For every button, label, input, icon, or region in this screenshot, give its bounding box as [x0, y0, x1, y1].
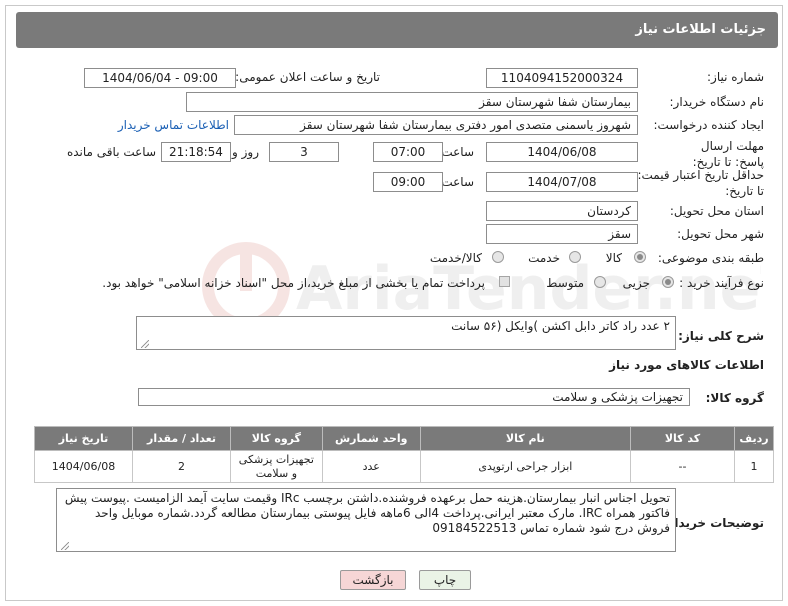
cell-need-date: 1404/06/08 — [34, 450, 133, 483]
goods-table-header-row: ردیف کد کالا نام کالا واحد شمارش گروه کا… — [34, 426, 774, 451]
process-type-label: نوع فرآیند خرید : — [679, 276, 764, 290]
category-goods-service-radio[interactable] — [492, 251, 504, 263]
reply-time-label: ساعت — [441, 145, 474, 159]
reply-deadline-time-field: 07:00 — [373, 142, 443, 162]
need-number-label: شماره نیاز: — [707, 70, 764, 84]
delivery-province-field: کردستان — [486, 201, 638, 221]
goods-group-label: گروه کالا: — [705, 391, 764, 405]
back-button[interactable]: بازگشت — [340, 570, 406, 590]
buyer-notes-label: توضیحات خریدار: — [662, 516, 764, 530]
cell-item-name: ابزار جراحی ارتوپدی — [419, 450, 631, 483]
process-medium-radio[interactable] — [594, 276, 606, 288]
table-row: 1 -- ابزار جراحی ارتوپدی عدد تجهیزات پزش… — [34, 450, 774, 483]
time-remaining-field: 21:18:54 — [161, 142, 231, 162]
col-header-goods-group: گروه کالا — [229, 426, 323, 451]
col-header-item-name: نام کالا — [419, 426, 631, 451]
goods-group-field: تجهیزات پزشکی و سلامت — [138, 388, 690, 406]
category-goods-label: کالا — [605, 251, 622, 265]
goods-section-title: اطلاعات کالاهای مورد نیاز — [609, 358, 764, 372]
page-title: جزئیات اطلاعات نیاز — [16, 12, 778, 48]
days-label: روز و — [232, 145, 259, 159]
cell-quantity: 2 — [132, 450, 231, 483]
cell-unit: عدد — [321, 450, 421, 483]
cell-goods-group: تجهیزات پزشکی و سلامت — [229, 450, 323, 483]
process-minor-label: جزیی — [622, 276, 650, 290]
reply-deadline-date-field: 1404/06/08 — [486, 142, 638, 162]
cell-item-code: -- — [629, 450, 736, 483]
general-description-field: ۲ عدد راد کاتر دابل اکشن )وایکل (۵۶ سانت — [136, 316, 676, 350]
general-description-text: ۲ عدد راد کاتر دابل اکشن )وایکل (۵۶ سانت — [451, 319, 670, 333]
col-header-need-date: تاریخ نیاز — [34, 426, 133, 451]
category-label: طبقه بندی موضوعی: — [657, 251, 764, 265]
category-goods-radio[interactable] — [634, 251, 646, 263]
col-header-row-number: ردیف — [734, 426, 774, 451]
price-validity-time-label: ساعت — [441, 175, 474, 189]
days-remaining-field: 3 — [269, 142, 339, 162]
col-header-quantity: تعداد / مقدار — [132, 426, 231, 451]
general-description-label: شرح کلی نیاز: — [678, 329, 764, 343]
delivery-city-field: سقز — [486, 224, 638, 244]
requester-label: ایجاد کننده درخواست: — [653, 118, 764, 132]
page-container: جزئیات اطلاعات نیاز AriaTender.neT شماره… — [5, 5, 783, 601]
delivery-province-label: استان محل تحویل: — [669, 204, 764, 218]
delivery-city-label: شهر محل تحویل: — [677, 227, 764, 241]
col-header-unit: واحد شمارش — [321, 426, 421, 451]
general-description-resize-handle[interactable] — [141, 340, 149, 348]
buyer-notes-resize-handle[interactable] — [61, 542, 69, 550]
reply-deadline-label: مهلت ارسال پاسخ: تا تاریخ: — [692, 139, 764, 169]
time-remaining-label: ساعت باقی مانده — [66, 145, 156, 159]
category-goods-service-label: کالا/خدمت — [429, 251, 482, 265]
requester-field: شهروز یاسمنی متصدی امور دفتری بیمارستان … — [234, 115, 638, 135]
cell-row-number: 1 — [734, 450, 774, 483]
category-service-radio[interactable] — [569, 251, 581, 263]
need-number-field: 1104094152000324 — [486, 68, 638, 88]
print-button[interactable]: چاپ — [419, 570, 471, 590]
price-validity-label: حداقل تاریخ اعتبار قیمت: تا تاریخ: — [637, 168, 764, 198]
buyer-notes-field: تحویل اجناس انبار بیمارستان.هزینه حمل بر… — [56, 488, 676, 552]
buyer-org-label: نام دستگاه خریدار: — [669, 95, 765, 109]
process-medium-label: متوسط — [546, 276, 584, 290]
buyer-org-field: بیمارستان شفا شهرستان سقز — [186, 92, 638, 112]
price-validity-date-field: 1404/07/08 — [486, 172, 638, 192]
treasury-payment-note: پرداخت تمام یا بخشی از مبلغ خرید،از محل … — [102, 276, 485, 290]
price-validity-time-field: 09:00 — [373, 172, 443, 192]
col-header-item-code: کد کالا — [629, 426, 736, 451]
treasury-payment-checkbox[interactable] — [499, 276, 510, 287]
announce-datetime-field: 1404/06/04 - 09:00 — [84, 68, 236, 88]
category-service-label: خدمت — [528, 251, 560, 265]
goods-table: ردیف کد کالا نام کالا واحد شمارش گروه کا… — [34, 426, 774, 483]
process-minor-radio[interactable] — [662, 276, 674, 288]
buyer-notes-text: تحویل اجناس انبار بیمارستان.هزینه حمل بر… — [64, 491, 670, 535]
buyer-contact-link[interactable]: اطلاعات تماس خریدار — [118, 118, 229, 132]
announce-datetime-label: تاریخ و ساعت اعلان عمومی: — [235, 70, 380, 84]
